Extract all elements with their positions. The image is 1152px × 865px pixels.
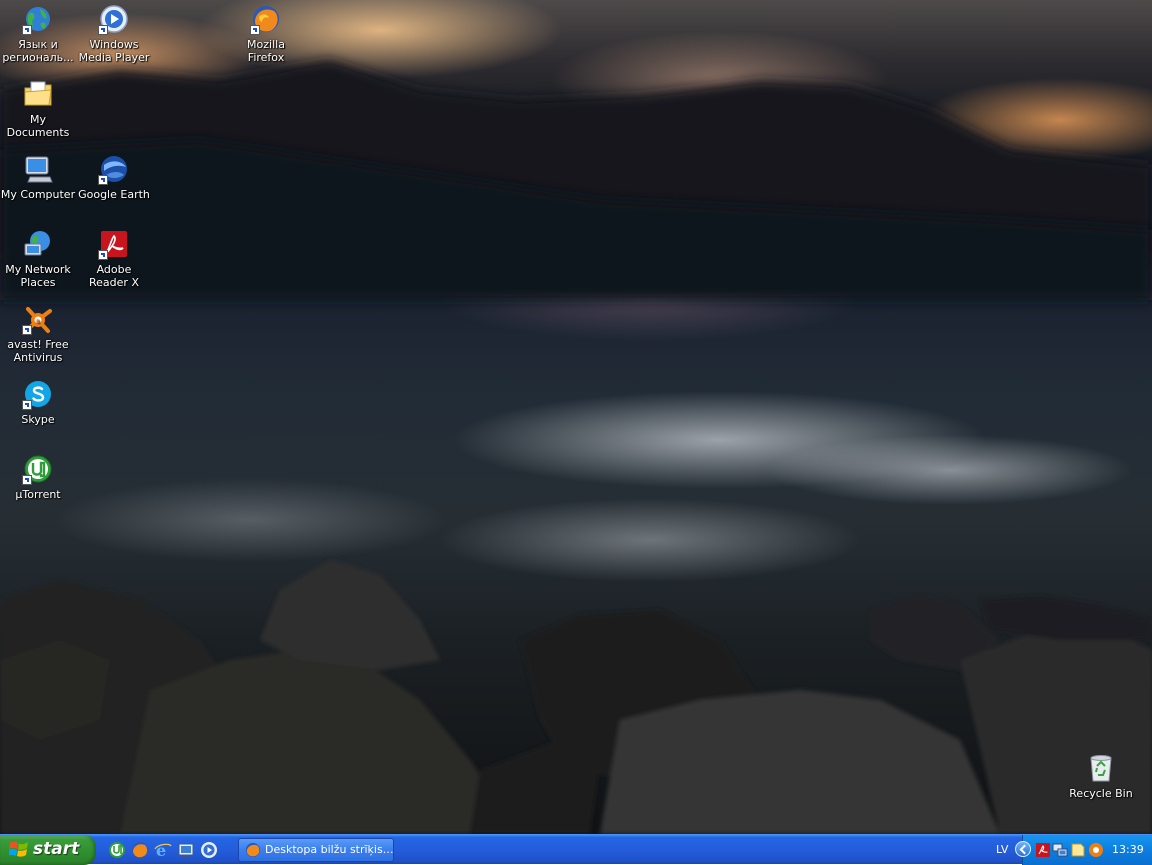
shortcut-arrow-icon [22,25,32,35]
firefox-icon [245,842,261,858]
avast-icon: a [22,303,54,335]
svg-text:e: e [156,841,166,859]
desktop-icon-label: µTorrent [15,488,61,501]
internet-explorer-icon: e [154,841,172,859]
firefox-icon [250,3,282,35]
desktop-icon-adobe-reader[interactable]: Adobe Reader X [76,228,152,289]
network-places-icon [22,228,54,260]
shortcut-arrow-icon [22,400,32,410]
desktop-icon-my-network-places[interactable]: My Network Places [0,228,76,289]
desktop-icon-utorrent[interactable]: µTorrent [0,453,76,501]
desktop-icon-label: Windows Media Player [78,38,150,64]
recycle-bin-icon [1085,752,1117,784]
shortcut-arrow-icon [22,475,32,485]
skype-icon [22,378,54,410]
quicklaunch-firefox[interactable] [131,841,149,859]
media-player-icon [98,3,130,35]
desktop-icon-skype[interactable]: Skype [0,378,76,426]
desktop-icon-label: avast! Free Antivirus [7,338,69,364]
folder-documents-icon [22,78,54,110]
google-earth-icon [98,153,130,185]
desktop-icon [178,843,194,857]
desktop-icon-label: Язык и региональ... [2,38,74,64]
taskbar-window-label: Desktopa bilžu strīķis.… [265,843,394,856]
tray-network-icon[interactable] [1052,842,1068,858]
clock[interactable]: 13:39 [1112,835,1144,865]
taskbar: start e Desktopa bilžu strīķis.… LV 13:3… [0,834,1152,865]
quicklaunch-utorrent[interactable] [108,841,126,859]
globe-icon [22,3,54,35]
desktop-icon-label: My Documents [6,113,70,139]
desktop-icon-label: Adobe Reader X [89,263,139,289]
desktop-icon-label: Mozilla Firefox [247,38,285,64]
firefox-icon [132,842,148,858]
desktop-icon-label: Skype [21,413,55,426]
desktop-icon-my-documents[interactable]: My Documents [0,78,76,139]
tray-avast-icon[interactable] [1088,842,1104,858]
show-hidden-icons-chevron-icon[interactable] [1015,841,1031,857]
desktop-icon-label: Recycle Bin [1069,787,1133,800]
system-tray: 13:39 [1015,835,1152,865]
quicklaunch-show-desktop[interactable] [177,841,195,859]
desktop-icon-google-earth[interactable]: Google Earth [76,153,152,201]
desktop-icon-my-computer[interactable]: My Computer [0,153,76,201]
utorrent-icon [22,453,54,485]
desktop-wallpaper [0,0,1152,834]
desktop-icon-label: My Computer [0,188,76,201]
desktop-icon-label: Google Earth [78,188,150,201]
shortcut-arrow-icon [98,250,108,260]
computer-icon [22,153,54,185]
desktop-icon-windows-media-player[interactable]: Windows Media Player [76,3,152,64]
shortcut-arrow-icon [98,175,108,185]
quicklaunch-media-player[interactable] [200,841,218,859]
svg-text:a: a [36,318,40,325]
tray-adobe-icon[interactable] [1035,842,1051,858]
shortcut-arrow-icon [22,325,32,335]
language-indicator[interactable]: LV [996,835,1008,865]
desktop-icon-avast-antivirus[interactable]: a avast! Free Antivirus [0,303,76,364]
tray-notes-icon[interactable] [1070,842,1086,858]
windows-flag-icon [9,841,28,857]
desktop-icon-recycle-bin[interactable]: Recycle Bin [1063,752,1139,800]
shortcut-arrow-icon [98,25,108,35]
start-label: start [33,839,80,859]
utorrent-icon [109,842,125,858]
adobe-reader-icon [98,228,130,260]
media-player-icon [201,842,217,858]
desktop-icon-label: My Network Places [5,263,71,289]
quicklaunch-internet-explorer[interactable]: e [154,841,172,859]
start-button[interactable]: start [0,835,96,865]
desktop-icon-language-settings[interactable]: Язык и региональ... [0,3,76,64]
desktop-icon-mozilla-firefox[interactable]: Mozilla Firefox [228,3,304,64]
taskbar-window-button[interactable]: Desktopa bilžu strīķis.… [238,838,394,862]
shortcut-arrow-icon [250,25,260,35]
